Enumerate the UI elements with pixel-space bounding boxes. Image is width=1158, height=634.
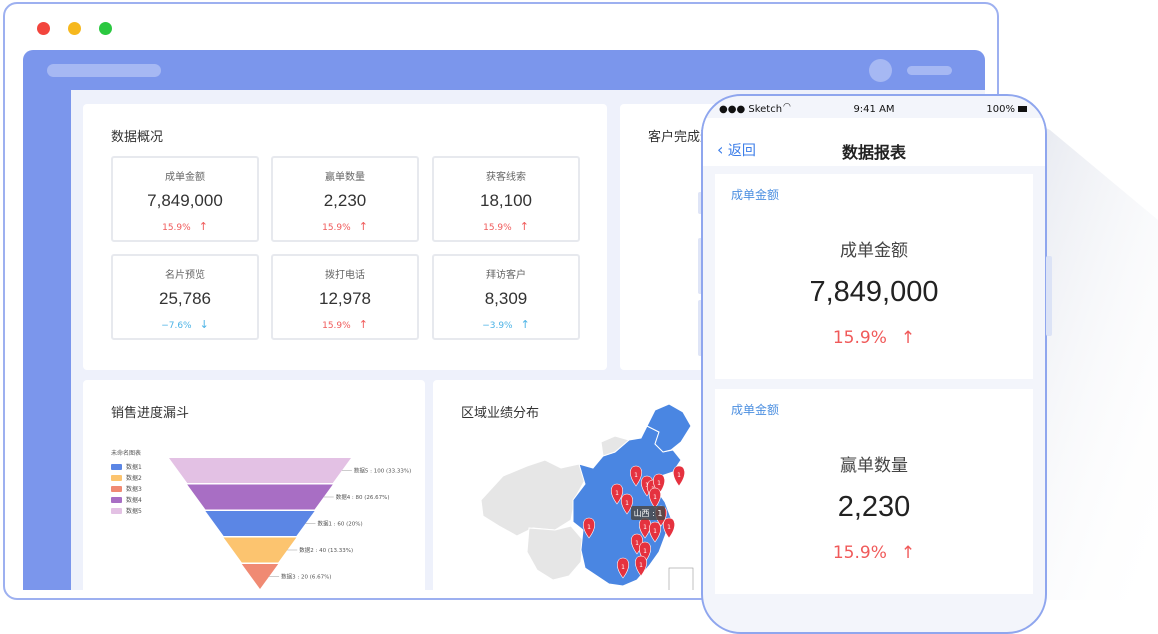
map-pin-label: 1 <box>643 548 647 555</box>
battery-label: 100% <box>986 104 1015 115</box>
metric-value: 7,849,000 <box>809 276 939 308</box>
phone-side-button[interactable] <box>1046 256 1052 336</box>
stat-label: 拜访客户 <box>486 270 526 281</box>
funnel-label: 数据2 : 40 (13.33%) <box>299 546 353 554</box>
map-pin-label: 1 <box>639 562 643 569</box>
phone-mockup: ●●● Sketch ◠ 9:41 AM 100% ‹ 返回 数据报表 成单金额… <box>701 94 1047 634</box>
stat-label: 赢单数量 <box>325 172 365 183</box>
map-south-west <box>526 525 584 581</box>
phone-status-bar: ●●● Sketch ◠ 9:41 AM 100% <box>703 96 1045 118</box>
funnel-segment[interactable] <box>223 537 297 563</box>
stat-tile[interactable]: 名片预览 25,786 −7.6% ↓ <box>111 254 259 340</box>
stat-change-value: 15.9% <box>483 223 512 233</box>
arrow-up-icon: ↑ <box>358 220 368 233</box>
funnel-label: 数据1 : 60 (20%) <box>318 520 363 528</box>
map-pin-label: 1 <box>635 540 639 547</box>
map-pin-label: 1 <box>634 472 638 479</box>
stat-tile[interactable]: 拨打电话 12,978 15.9% ↑ <box>271 254 419 340</box>
funnel-chart: 数据5 : 100 (33.33%) 数据4 : 80 (26.67%) 数据1 :… <box>169 458 411 589</box>
stat-value: 12,978 <box>319 289 371 308</box>
stat-change: −3.9% ↑ <box>434 318 578 331</box>
metric-section-label: 成单金额 <box>731 403 780 417</box>
stat-change-value: −3.9% <box>482 321 513 331</box>
map-pin-icon[interactable]: 1 <box>673 465 685 487</box>
funnel-segment[interactable] <box>169 458 351 483</box>
stat-label: 获客线索 <box>486 172 526 183</box>
stat-tile[interactable]: 获客线索 18,100 15.9% ↑ <box>432 156 580 242</box>
stat-change-value: −7.6% <box>161 321 192 331</box>
map-pin-label: 1 <box>657 480 661 487</box>
phone-metric-card[interactable]: 成单金额赢单数量 2,230 15.9% ↑ <box>715 389 1033 594</box>
map-pin-label: 1 <box>667 524 671 531</box>
close-window-button[interactable] <box>37 22 50 35</box>
map-pin-label: 1 <box>615 490 619 497</box>
stat-value: 25,786 <box>159 289 211 308</box>
avatar[interactable] <box>869 59 892 82</box>
metric-label: 赢单数量 <box>840 456 908 476</box>
metric-change-value: 15.9% <box>832 543 887 563</box>
top-bar-title-placeholder <box>47 64 161 77</box>
map-inset-box <box>668 567 694 590</box>
stat-change: −7.6% ↓ <box>113 318 257 331</box>
metric-label: 成单金额 <box>840 241 908 261</box>
stat-change-value: 15.9% <box>322 321 351 331</box>
maximize-window-button[interactable] <box>99 22 112 35</box>
user-name-placeholder[interactable] <box>907 66 952 75</box>
stat-value: 2,230 <box>323 191 367 210</box>
arrow-up-icon: ↑ <box>520 318 530 331</box>
sidebar <box>23 90 71 590</box>
overview-card: 数据概况 成单金额 7,849,000 15.9% ↑ 赢单数量 2,230 15.9% ↑ 获… <box>83 104 607 370</box>
stat-label: 成单金额 <box>165 172 205 183</box>
map-pin-label: 1 <box>621 564 625 571</box>
arrow-up-icon: ↑ <box>900 328 916 348</box>
arrow-up-icon: ↑ <box>519 220 529 233</box>
battery-icon <box>1018 106 1027 112</box>
map-pin-label: 1 <box>653 494 657 501</box>
stat-tile[interactable]: 拜访客户 8,309 −3.9% ↑ <box>432 254 580 340</box>
metric-change: 15.9% ↑ <box>715 543 1033 563</box>
metric-section-label: 成单金额 <box>731 188 780 202</box>
map-pin-label: 1 <box>653 528 657 535</box>
funnel-label: 数据3 : 20 (6.67%) <box>281 573 331 581</box>
stat-value: 8,309 <box>484 289 528 308</box>
map-pin-label: 1 <box>677 472 681 479</box>
funnel-segment[interactable] <box>187 484 333 510</box>
minimize-window-button[interactable] <box>68 22 81 35</box>
funnel-label: 数据5 : 100 (33.33%) <box>354 467 411 475</box>
map-tooltip-text: 山西 : 1 <box>634 508 663 518</box>
stat-tile[interactable]: 赢单数量 2,230 15.9% ↑ <box>271 156 419 242</box>
metric-change-value: 15.9% <box>832 328 887 348</box>
map-pin-label: 1 <box>643 524 647 531</box>
map-pin-label: 1 <box>587 524 591 531</box>
arrow-up-icon: ↑ <box>358 318 368 331</box>
arrow-down-icon: ↓ <box>199 318 209 331</box>
arrow-up-icon: ↑ <box>900 543 916 563</box>
overview-title: 数据概况 <box>111 129 164 144</box>
funnel-segment[interactable] <box>205 511 315 536</box>
china-map: 11111111111111111 山西 : 1 <box>480 403 694 590</box>
stat-value: 18,100 <box>480 191 532 210</box>
funnel-label: 数据4 : 80 (26.67%) <box>336 493 390 501</box>
funnel-card: 销售进度漏斗 未命名图表 数据1 数据2 数据3 数据4 数据5 数据5 : 100 (… <box>83 380 425 590</box>
top-bar <box>23 50 985 90</box>
arrow-up-icon: ↑ <box>198 220 208 233</box>
metric-value: 2,230 <box>837 491 911 523</box>
map-pin-label: 1 <box>625 500 629 507</box>
stat-label: 拨打电话 <box>325 270 365 281</box>
phone-metric-card[interactable]: 成单金额 成单金额 7,849,000 15.9% ↑ <box>715 174 1033 379</box>
phone-page-title: 数据报表 <box>841 143 906 162</box>
stat-change: 15.9% ↑ <box>113 220 257 233</box>
map-west-region <box>480 459 586 537</box>
region-card: 区域业绩分布 11111111111111111 山西 : 1 <box>433 380 733 590</box>
stat-change-value: 15.9% <box>162 223 191 233</box>
metric-change: 15.9% ↑ <box>715 328 1033 348</box>
stat-change: 15.9% ↑ <box>434 220 578 233</box>
stat-change: 15.9% ↑ <box>273 220 417 233</box>
stat-change: 15.9% ↑ <box>273 318 417 331</box>
stat-label: 名片预览 <box>165 270 205 281</box>
stat-value: 7,849,000 <box>147 191 223 210</box>
stat-change-value: 15.9% <box>322 223 351 233</box>
map-tooltip: 山西 : 1 <box>631 506 665 520</box>
stat-tile[interactable]: 成单金额 7,849,000 15.9% ↑ <box>111 156 259 242</box>
